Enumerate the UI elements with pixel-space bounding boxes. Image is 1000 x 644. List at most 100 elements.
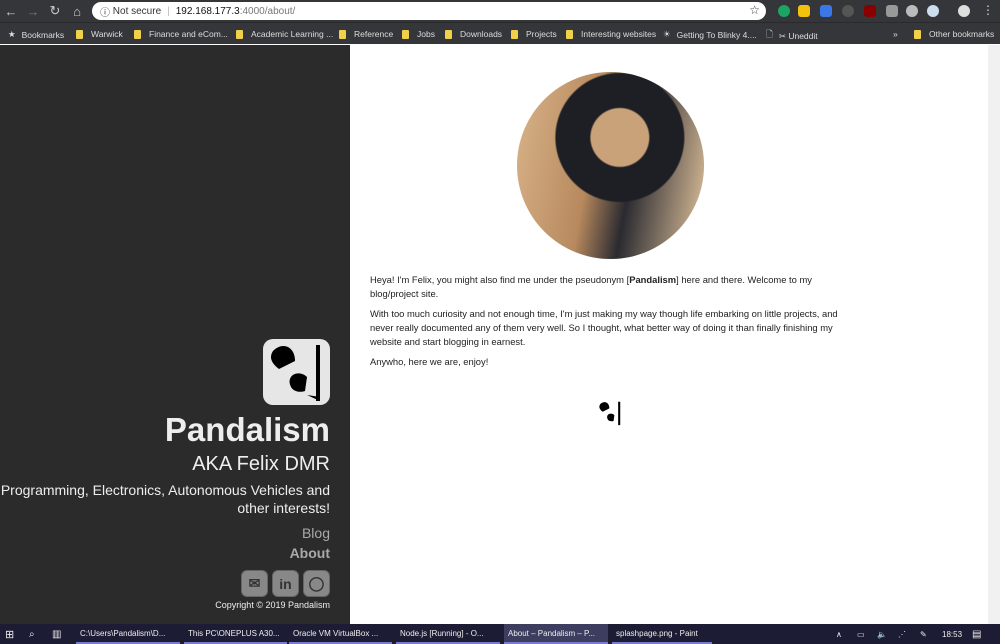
github-icon[interactable]: ◯ [303, 570, 330, 597]
security-label: Not secure [112, 5, 162, 17]
bookmarks-overflow[interactable]: » [893, 29, 898, 39]
taskbar: ⊞ ⌕ ▥ ∧ ▭ 🔈 ⋰ ✎ 18:53 ▤ C:\Users\Pandali… [0, 624, 1000, 644]
nav-about[interactable]: About [290, 545, 330, 561]
folder-icon [511, 29, 518, 39]
sidebar: Pandalism AKA Felix DMR Programming, Ele… [0, 45, 350, 624]
taskbar-item[interactable]: About – Pandalism – P... [504, 624, 608, 644]
bookmark-item[interactable]: Jobs [402, 29, 435, 39]
bookmark-item[interactable]: Reference [339, 29, 393, 39]
site-tagline: Programming, Electronics, Autonomous Veh… [0, 482, 330, 516]
pen-icon[interactable]: ✎ [920, 630, 927, 639]
search-icon[interactable]: ⌕ [29, 629, 35, 640]
notifications-icon[interactable]: ▤ [972, 629, 981, 640]
extension-icon[interactable] [842, 5, 854, 17]
taskbar-label: splashpage.png - Paint [616, 628, 698, 638]
folder-icon [445, 29, 452, 39]
taskbar-label: Oracle VM VirtualBox ... [293, 628, 379, 638]
folder-icon [339, 29, 346, 39]
pseudonym: Pandalism [629, 274, 677, 285]
extension-icon[interactable] [906, 5, 918, 17]
extension-icon[interactable] [820, 5, 832, 17]
info-icon: ⓘ [100, 7, 113, 19]
wifi-icon[interactable]: ⋰ [898, 630, 906, 639]
extension-icon[interactable] [927, 5, 939, 17]
site-subtitle: AKA Felix DMR [192, 453, 330, 475]
text: Heya! I'm Felix, you might also find me … [370, 274, 630, 285]
folder-icon [236, 29, 243, 39]
taskbar-item[interactable]: C:\Users\Pandalism\D... [76, 624, 180, 644]
taskbar-item[interactable]: splashpage.png - Paint [612, 624, 712, 644]
linkedin-icon[interactable]: in [272, 570, 299, 597]
extension-icon[interactable] [778, 5, 790, 17]
folder-icon [134, 29, 141, 39]
forward-icon[interactable]: → [22, 4, 44, 19]
bookmark-item[interactable]: Academic Learning ... [236, 29, 333, 39]
email-icon[interactable]: ✉ [241, 570, 268, 597]
extension-icon[interactable] [798, 5, 810, 17]
taskbar-item[interactable]: Oracle VM VirtualBox ... [289, 624, 392, 644]
reload-icon[interactable]: ↻ [44, 3, 66, 19]
url-path: :4000/about/ [239, 5, 296, 17]
document-icon: 🗋 [766, 29, 773, 39]
browser-toolbar: ← → ↻ ⌂ ⓘ Not secure | 192.168.177.3:400… [0, 0, 1000, 22]
taskbar-item[interactable]: This PC\ONEPLUS A30... [184, 624, 287, 644]
folder-icon [566, 29, 573, 39]
site-title[interactable]: Pandalism [165, 411, 330, 449]
folder-icon [914, 29, 921, 39]
folder-icon [402, 29, 409, 39]
bookmark-label: Projects [526, 29, 557, 39]
bookmark-label: Getting To Blinky 4.... [676, 29, 757, 40]
folder-icon [76, 29, 83, 39]
pandalism-logo[interactable] [263, 339, 330, 405]
profile-avatar[interactable] [958, 5, 970, 17]
about-text: Heya! I'm Felix, you might also find me … [370, 273, 845, 375]
paragraph: Heya! I'm Felix, you might also find me … [370, 273, 845, 301]
bookmark-item[interactable]: Projects [511, 29, 557, 39]
windows-start-icon[interactable]: ⊞ [5, 628, 14, 641]
bookmark-item[interactable]: 🗋 ✂ Uneddit [766, 29, 818, 43]
bookmark-item[interactable]: ☀ Getting To Blinky 4.... [663, 29, 757, 40]
star-icon: ★ [8, 29, 16, 39]
profile-photo [517, 72, 704, 259]
bookmark-item[interactable]: ★ Bookmarks [8, 29, 64, 40]
scrollbar[interactable] [988, 45, 1000, 624]
other-bookmarks[interactable]: Other bookmarks [914, 29, 994, 39]
bookmark-label: Finance and eCom... [149, 29, 228, 39]
nav-blog[interactable]: Blog [302, 525, 330, 541]
home-icon[interactable]: ⌂ [66, 4, 88, 19]
extension-icon[interactable] [886, 5, 898, 17]
volume-icon[interactable]: 🔈 [877, 630, 887, 639]
bookmarks-bar: ★ Bookmarks Warwick Finance and eCom... Acad… [0, 22, 1000, 44]
back-icon[interactable]: ← [0, 4, 22, 19]
bookmark-label: » [893, 29, 898, 39]
taskbar-item[interactable]: Node.js [Running] - O... [396, 624, 500, 644]
chevron-up-icon[interactable]: ∧ [836, 630, 842, 639]
bookmark-label: Academic Learning ... [251, 29, 334, 39]
bookmark-item[interactable]: Warwick [76, 29, 123, 39]
taskbar-label: C:\Users\Pandalism\D... [80, 628, 166, 638]
bookmark-item[interactable]: Interesting websites [566, 29, 656, 39]
bookmark-label: Other bookmarks [929, 29, 995, 39]
copyright: Copyright © 2019 Pandalism [215, 600, 330, 610]
bookmark-item[interactable]: Finance and eCom... [134, 29, 228, 39]
taskbar-label: Node.js [Running] - O... [400, 628, 484, 638]
ublock-icon[interactable] [864, 5, 876, 17]
clock[interactable]: 18:53 [942, 630, 962, 639]
bookmark-label: ✂ Uneddit [778, 30, 818, 41]
address-bar[interactable]: ⓘ Not secure | 192.168.177.3:4000/about/… [92, 2, 766, 20]
bookmark-label: Downloads [460, 29, 503, 39]
bookmark-item[interactable]: Downloads [445, 29, 502, 39]
url-host: 192.168.177.3 [175, 5, 240, 17]
footer-logo-icon [599, 401, 621, 426]
taskbar-label: This PC\ONEPLUS A30... [188, 628, 280, 638]
task-view-icon[interactable]: ▥ [52, 629, 61, 640]
main-content: Heya! I'm Felix, you might also find me … [350, 45, 988, 624]
battery-icon[interactable]: ▭ [857, 630, 865, 639]
bookmark-star-icon[interactable]: ☆ [749, 3, 760, 17]
bookmark-label: Interesting websites [581, 29, 657, 39]
taskbar-label: About – Pandalism – P... [508, 628, 596, 638]
menu-icon[interactable]: ⋮ [982, 3, 994, 17]
paragraph: Anywho, here we are, enjoy! [370, 356, 489, 367]
bookmark-label: Jobs [417, 29, 435, 39]
paragraph: With too much curiosity and not enough t… [370, 308, 838, 347]
